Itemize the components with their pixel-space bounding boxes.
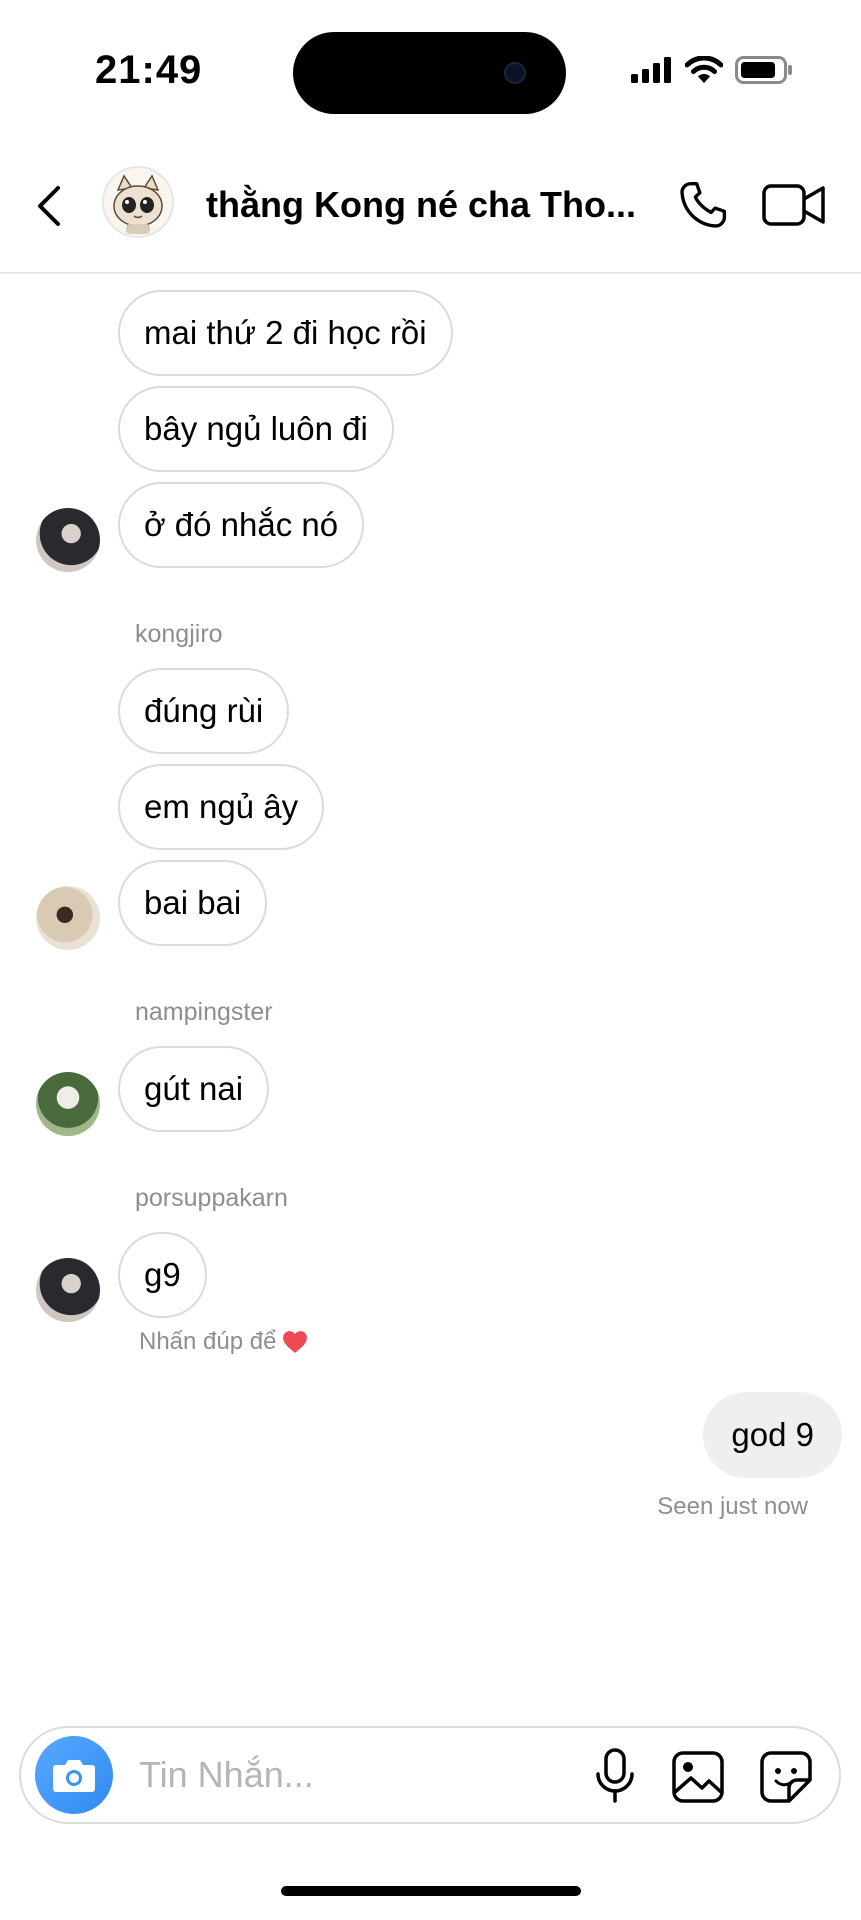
message-bubble[interactable]: mai thứ 2 đi học rồi — [118, 290, 453, 376]
seen-status: Seen just now — [657, 1493, 808, 1520]
wifi-icon — [685, 56, 723, 83]
message-bubble[interactable]: bây ngủ luôn đi — [118, 386, 394, 472]
message-bubble[interactable]: ở đó nhắc nó — [118, 482, 365, 568]
camera-icon — [53, 1760, 95, 1792]
camera-button[interactable] — [35, 1736, 113, 1814]
home-indicator[interactable] — [281, 1886, 581, 1896]
microphone-icon — [596, 1748, 634, 1803]
gallery-icon — [672, 1751, 724, 1803]
double-tap-hint-text: Nhấn đúp để — [139, 1328, 277, 1355]
voice-message-button[interactable] — [593, 1748, 637, 1804]
message-bubble[interactable]: gút nai — [118, 1046, 270, 1132]
chat-title[interactable]: thằng Kong né cha Tho... — [206, 184, 646, 226]
double-tap-hint: Nhấn đúp để — [139, 1328, 308, 1356]
message-bubble[interactable]: bai bai — [118, 860, 268, 946]
audio-call-button[interactable] — [676, 178, 730, 232]
video-camera-icon — [762, 184, 825, 226]
sender-avatar[interactable] — [36, 1072, 100, 1136]
front-camera — [504, 62, 526, 84]
battery-icon — [735, 56, 792, 84]
back-button[interactable] — [30, 180, 70, 232]
message-bubble[interactable]: g9 — [118, 1232, 207, 1318]
phone-icon — [680, 181, 727, 228]
gallery-button[interactable] — [671, 1750, 725, 1804]
status-time: 21:49 — [95, 48, 203, 92]
heart-icon — [283, 1331, 308, 1353]
message-bubble[interactable]: đúng rùi — [118, 668, 290, 754]
message-composer — [19, 1726, 841, 1824]
message-bubble[interactable]: em ngủ ây — [118, 764, 325, 850]
sender-avatar[interactable] — [36, 1258, 100, 1322]
sender-avatar[interactable] — [36, 508, 100, 572]
status-icons — [631, 56, 793, 84]
sender-name: nampingster — [135, 998, 273, 1026]
cellular-signal-icon — [631, 57, 671, 83]
video-call-button[interactable] — [762, 182, 826, 228]
sender-name: porsuppakarn — [135, 1184, 288, 1212]
dynamic-island — [293, 32, 566, 114]
group-avatar[interactable] — [102, 166, 174, 238]
sender-avatar[interactable] — [36, 886, 100, 950]
sender-name: kongjiro — [135, 620, 223, 648]
chat-header: thằng Kong né cha Tho... — [0, 140, 861, 274]
sticker-button[interactable] — [759, 1750, 813, 1804]
chevron-left-icon — [38, 186, 60, 226]
message-input[interactable] — [139, 1748, 489, 1802]
outgoing-message-bubble[interactable]: god 9 — [703, 1392, 842, 1478]
cartoon-cat-avatar-icon — [104, 168, 172, 236]
sticker-icon — [760, 1751, 812, 1803]
